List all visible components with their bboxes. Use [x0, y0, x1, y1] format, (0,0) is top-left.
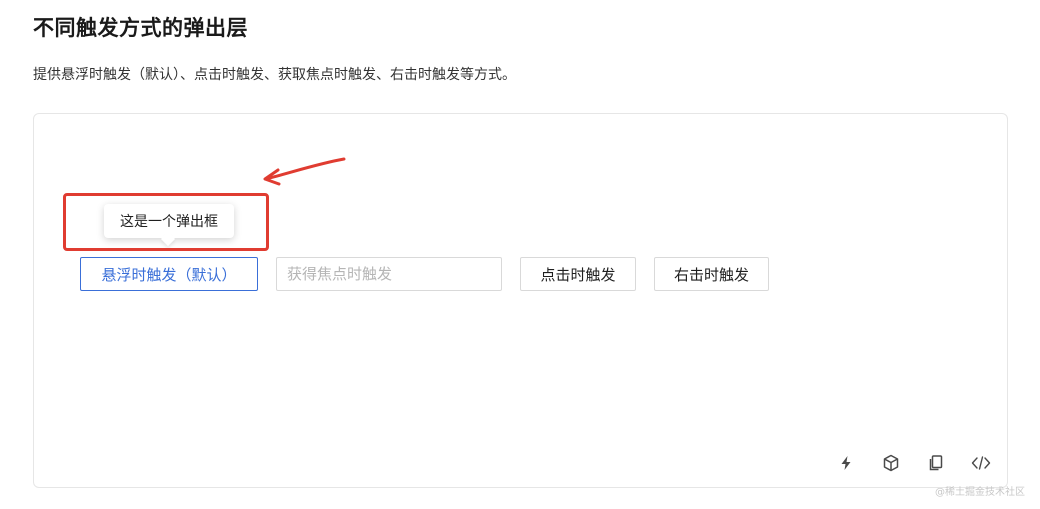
hover-trigger-button[interactable]: 悬浮时触发（默认） [80, 257, 258, 291]
lightning-icon[interactable] [835, 452, 857, 474]
cube-icon[interactable] [880, 452, 902, 474]
code-icon[interactable] [970, 452, 992, 474]
annotation-arrow [263, 157, 346, 186]
demo-card [33, 113, 1008, 488]
context-trigger-button[interactable]: 右击时触发 [654, 257, 769, 291]
focus-trigger-input[interactable] [276, 257, 502, 291]
page-title: 不同触发方式的弹出层 [33, 16, 248, 40]
annotation-highlight-box [63, 193, 269, 251]
watermark: @稀土掘金技术社区 [935, 487, 1025, 498]
page-description: 提供悬浮时触发（默认）、点击时触发、获取焦点时触发、右击时触发等方式。 [33, 67, 516, 83]
click-trigger-button[interactable]: 点击时触发 [520, 257, 636, 291]
copy-icon[interactable] [925, 452, 947, 474]
